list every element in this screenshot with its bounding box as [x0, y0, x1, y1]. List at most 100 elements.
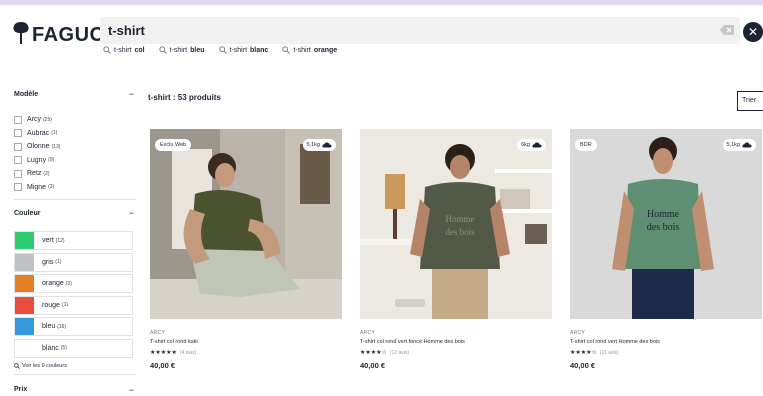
- co2-badge: 5,1kg: [302, 139, 336, 151]
- review-count[interactable]: (12 avis): [390, 350, 409, 356]
- color-label: bleu: [42, 323, 56, 330]
- co2-badge: 5,1kg: [722, 139, 756, 151]
- filter-model-title: Modèle: [14, 90, 39, 98]
- suggestion-prefix: t-shirt: [169, 46, 188, 54]
- product-badge: Exclu Web: [155, 139, 192, 151]
- product-card[interactable]: Exclu Web 5,1kg ARCY T-shirt col rond ka…: [150, 129, 342, 370]
- product-card[interactable]: Homme des bois 6kg ARCY T-shirt col rond…: [360, 129, 552, 370]
- model-filter-item[interactable]: Lugny (9): [14, 154, 136, 168]
- product-name[interactable]: T-shirt col rond kaki: [150, 339, 342, 345]
- page-frame: FAGUO ✕ t-shirt col t-shirt bleu: [0, 5, 763, 396]
- product-image[interactable]: Exclu Web 5,1kg: [150, 129, 342, 319]
- cloud-icon: [742, 142, 752, 148]
- suggestion-item[interactable]: t-shirt bleu: [158, 46, 205, 54]
- color-count: (1): [61, 302, 69, 308]
- model-count: (2): [43, 170, 50, 177]
- product-price: 40,00 €: [570, 361, 596, 370]
- suggestion-item[interactable]: t-shirt col: [103, 46, 145, 54]
- suggestion-term: blanc: [250, 46, 269, 54]
- checkbox[interactable]: [14, 156, 22, 165]
- color-filter-item[interactable]: orange (3): [14, 274, 133, 293]
- co2-value: 6kg: [521, 142, 530, 148]
- see-all-colors-link[interactable]: Voir les 9 couleurs: [14, 363, 136, 369]
- product-rating: ★★★★☆ (11 avis): [570, 349, 762, 357]
- color-filter-item[interactable]: vert (12): [14, 231, 133, 250]
- sort-button[interactable]: Trier: [737, 91, 763, 111]
- checkbox[interactable]: [14, 183, 22, 192]
- color-swatch: [15, 232, 34, 249]
- search-suggestions: t-shirt col t-shirt bleu t-shirt blanc t…: [103, 46, 337, 54]
- review-count[interactable]: (4 avis): [180, 350, 196, 356]
- product-rating: ★★★★☆ (12 avis): [360, 349, 552, 357]
- color-label: blanc: [42, 344, 59, 352]
- clear-input-icon[interactable]: [720, 25, 734, 35]
- model-filter-item[interactable]: Retz (2): [14, 167, 136, 181]
- model-label: Retz: [27, 170, 42, 178]
- color-swatch: [15, 253, 34, 271]
- product-image[interactable]: Homme des bois 6kg: [360, 129, 552, 319]
- color-count: (1): [55, 259, 62, 265]
- header: FAGUO ✕ t-shirt col t-shirt bleu: [0, 5, 763, 65]
- model-filter-list: Arcy (25) Aubrac (1) Olonne (13) Lugny (9) R…: [14, 113, 136, 194]
- filter-model-header[interactable]: Modèle −: [14, 87, 136, 101]
- suggestion-prefix: t-shirt: [293, 46, 311, 54]
- model-filter-item[interactable]: Arcy (25): [14, 113, 136, 127]
- close-search-button[interactable]: ✕: [743, 22, 763, 42]
- cloud-icon: [532, 142, 542, 148]
- color-swatch: [15, 318, 34, 335]
- suggestion-item[interactable]: t-shirt blanc: [218, 46, 269, 54]
- suggestion-term: bleu: [190, 46, 205, 54]
- color-label: gris: [42, 258, 54, 266]
- checkbox[interactable]: [14, 115, 22, 124]
- checkbox[interactable]: [14, 142, 22, 151]
- suggestion-term: col: [134, 46, 145, 54]
- star-icons: ★★★★☆: [570, 350, 597, 356]
- model-count: (1): [51, 130, 58, 137]
- logo[interactable]: FAGUO: [12, 19, 106, 47]
- color-filter-item[interactable]: bleu (16): [14, 317, 133, 336]
- product-brand: ARCY: [150, 330, 166, 336]
- filter-sidebar: Modèle − Arcy (25) Aubrac (1) Olonne (13) L…: [14, 87, 136, 396]
- search-icon: [218, 46, 227, 54]
- checkbox[interactable]: [14, 169, 22, 178]
- model-filter-item[interactable]: Migne (3): [14, 181, 136, 195]
- product-image[interactable]: Homme des bois BDR 5,1kg: [570, 129, 762, 319]
- color-filter-item[interactable]: blanc (5): [14, 338, 133, 358]
- color-count: (12): [55, 237, 65, 244]
- product-name[interactable]: T-shirt col rond vert Homme des bois: [570, 339, 762, 345]
- model-filter-item[interactable]: Aubrac (1): [14, 127, 136, 141]
- checkbox[interactable]: [14, 129, 22, 138]
- product-price: 40,00 €: [150, 361, 176, 370]
- color-count: (5): [60, 345, 67, 351]
- product-photo: [150, 129, 342, 319]
- filter-color-header[interactable]: Couleur −: [14, 206, 136, 220]
- model-count: (9): [48, 157, 55, 164]
- color-label: rouge: [42, 301, 60, 309]
- collapse-icon[interactable]: −: [129, 208, 134, 218]
- product-badge: BDR: [575, 139, 597, 151]
- search-icon: [158, 46, 167, 54]
- filter-color-title: Couleur: [14, 209, 41, 217]
- suggestion-item[interactable]: t-shirt orange: [282, 46, 337, 54]
- suggestion-term: orange: [313, 46, 338, 54]
- product-name[interactable]: T-shirt col rond vert foncé Homme des bo…: [360, 339, 552, 345]
- color-filter-item[interactable]: rouge (1): [14, 295, 133, 315]
- filter-price-header[interactable]: Prix −: [14, 383, 136, 396]
- model-count: (3): [48, 184, 55, 191]
- search-input[interactable]: [108, 23, 698, 38]
- divider: [14, 199, 136, 200]
- color-label: orange: [42, 280, 64, 287]
- print-text-line: des bois: [445, 227, 475, 237]
- collapse-icon[interactable]: −: [129, 385, 134, 395]
- review-count[interactable]: (11 avis): [600, 350, 619, 356]
- product-rating: ★★★★★ (4 avis): [150, 349, 342, 357]
- model-filter-item[interactable]: Olonne (13): [14, 140, 136, 154]
- product-price: 40,00 €: [360, 361, 386, 370]
- color-filter-item[interactable]: gris (1): [14, 252, 133, 272]
- product-card[interactable]: Homme des bois BDR 5,1kg ARCY T-shirt co…: [570, 129, 762, 370]
- print-text-line: Homme: [647, 209, 680, 220]
- model-label: Aubrac: [27, 129, 50, 137]
- divider: [14, 373, 136, 375]
- collapse-icon[interactable]: −: [129, 89, 134, 99]
- color-count: (3): [65, 280, 72, 287]
